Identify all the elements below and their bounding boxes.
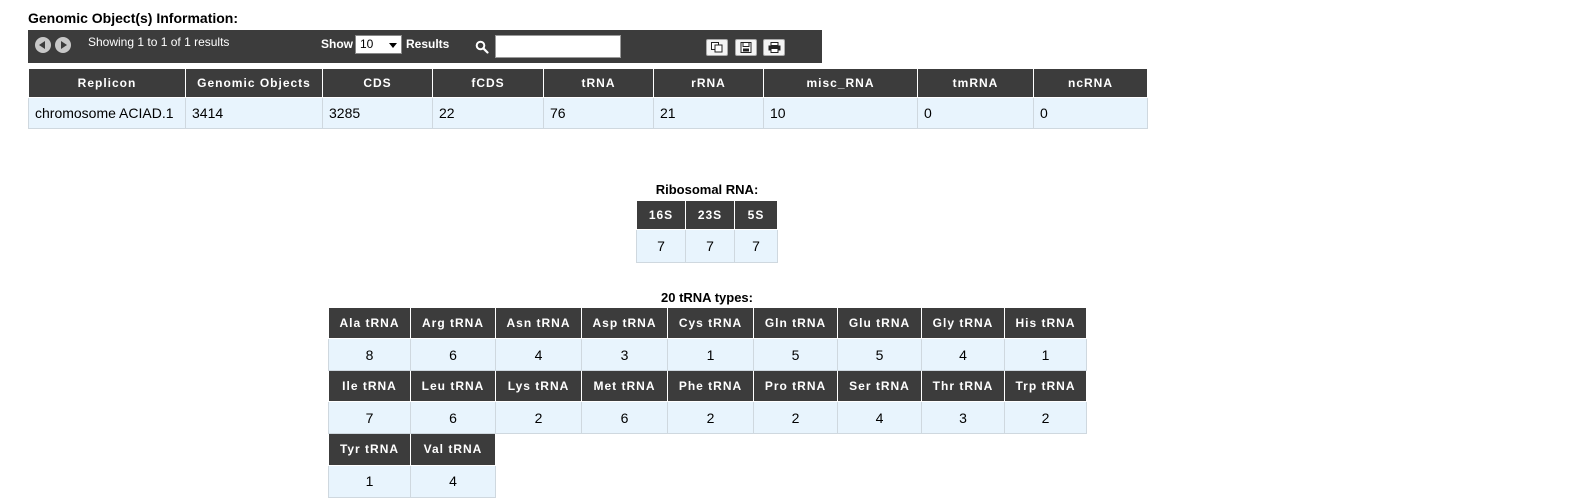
trna-header-gly: Gly tRNA (921, 307, 1005, 339)
rrna-header-5s: 5S (734, 200, 778, 230)
trna-value-leu: 6 (410, 401, 496, 434)
trna-value-gly: 4 (921, 338, 1005, 371)
trna-value-lys: 2 (495, 401, 582, 434)
trna-value-thr: 3 (921, 401, 1005, 434)
trna-header-lys: Lys tRNA (495, 370, 582, 402)
trna-header-glu: Glu tRNA (837, 307, 922, 339)
trna-value-ala: 8 (328, 338, 411, 371)
trna-header-met: Met tRNA (581, 370, 668, 402)
trna-value-ser: 4 (837, 401, 922, 434)
save-button[interactable] (735, 39, 757, 56)
trna-header-asn: Asn tRNA (495, 307, 582, 339)
copy-button[interactable] (706, 39, 728, 56)
trna-header-leu: Leu tRNA (410, 370, 496, 402)
trna-header-row: Tyr tRNA Val tRNA (328, 433, 1087, 466)
cell-genomic-objects: 3414 (185, 97, 323, 129)
trna-value-phe: 2 (667, 401, 754, 434)
cell-rrna: 21 (653, 97, 764, 129)
trna-header-ser: Ser tRNA (837, 370, 922, 402)
column-header-ncrna[interactable]: ncRNA (1033, 68, 1148, 98)
table-row: chromosome ACIAD.1 3414 3285 22 76 21 10… (28, 97, 1148, 129)
trna-value-gln: 5 (753, 338, 838, 371)
rrna-value-5s: 7 (734, 229, 778, 263)
trna-header-asp: Asp tRNA (581, 307, 668, 339)
chevron-down-icon (389, 43, 397, 48)
rrna-header-23s: 23S (685, 200, 735, 230)
column-header-misc-rna[interactable]: misc_RNA (763, 68, 918, 98)
next-page-icon[interactable] (55, 37, 71, 53)
trna-header-ile: Ile tRNA (328, 370, 411, 402)
results-info: Showing 1 to 1 of 1 results (88, 35, 230, 49)
column-header-trna[interactable]: tRNA (543, 68, 654, 98)
trna-value-cys: 1 (667, 338, 754, 371)
column-header-tmrna[interactable]: tmRNA (917, 68, 1034, 98)
trna-types-table: Ala tRNA Arg tRNA Asn tRNA Asp tRNA Cys … (328, 307, 1087, 498)
trna-value-pro: 2 (753, 401, 838, 434)
trna-header-val: Val tRNA (410, 433, 496, 466)
trna-header-thr: Thr tRNA (921, 370, 1005, 402)
trna-value-asn: 4 (495, 338, 582, 371)
print-icon (768, 42, 781, 53)
cell-replicon: chromosome ACIAD.1 (28, 97, 186, 129)
prev-page-icon[interactable] (35, 37, 51, 53)
page-length-value: 10 (360, 37, 374, 51)
page-length-select[interactable]: 10 (355, 35, 402, 54)
rrna-value-16s: 7 (636, 229, 686, 263)
column-header-genomic-objects[interactable]: Genomic Objects (185, 68, 323, 98)
trna-value-his: 1 (1004, 338, 1087, 371)
rrna-caption: Ribosomal RNA: (655, 182, 759, 197)
rrna-header-16s: 16S (636, 200, 686, 230)
rrna-value-row: 7 7 7 (636, 229, 778, 263)
trna-header-gln: Gln tRNA (753, 307, 838, 339)
trna-value-tyr: 1 (328, 464, 411, 498)
rrna-header-row: 16S 23S 5S (636, 200, 778, 230)
column-header-replicon[interactable]: Replicon (28, 68, 186, 98)
rrna-value-23s: 7 (685, 229, 735, 263)
trna-header-trp: Trp tRNA (1004, 370, 1087, 402)
trna-header-arg: Arg tRNA (410, 307, 496, 339)
trna-value-glu: 5 (837, 338, 922, 371)
table-toolbar: Showing 1 to 1 of 1 results Show 10 Resu… (28, 30, 822, 63)
trna-value-met: 6 (581, 401, 668, 434)
trna-header-row: Ala tRNA Arg tRNA Asn tRNA Asp tRNA Cys … (328, 307, 1087, 339)
trna-caption: 20 tRNA types: (661, 290, 753, 305)
trna-value-row: 7 6 2 6 2 2 4 3 2 (328, 401, 1087, 434)
cell-cds: 3285 (322, 97, 433, 129)
trna-header-cys: Cys tRNA (667, 307, 754, 339)
ribosomal-rna-table: 16S 23S 5S 7 7 7 (636, 200, 778, 263)
empty-cell (496, 465, 1087, 497)
cell-trna: 76 (543, 97, 654, 129)
show-label: Show (321, 37, 353, 51)
cell-ncrna: 0 (1033, 97, 1148, 129)
search-input[interactable] (495, 35, 621, 58)
trna-header-his: His tRNA (1004, 307, 1087, 339)
trna-header-row: Ile tRNA Leu tRNA Lys tRNA Met tRNA Phe … (328, 370, 1087, 402)
trna-value-asp: 3 (581, 338, 668, 371)
cell-fcds: 22 (432, 97, 544, 129)
search-icon (475, 40, 489, 54)
trna-value-ile: 7 (328, 401, 411, 434)
column-header-rrna[interactable]: rRNA (653, 68, 764, 98)
cell-tmrna: 0 (917, 97, 1034, 129)
trna-value-trp: 2 (1004, 401, 1087, 434)
trna-value-val: 4 (410, 464, 496, 498)
section-title: Genomic Object(s) Information: (28, 10, 239, 26)
trna-header-tyr: Tyr tRNA (328, 433, 411, 466)
trna-header-pro: Pro tRNA (753, 370, 838, 402)
trna-header-phe: Phe tRNA (667, 370, 754, 402)
trna-value-row: 8 6 4 3 1 5 5 4 1 (328, 338, 1087, 371)
column-header-cds[interactable]: CDS (322, 68, 433, 98)
print-button[interactable] (763, 39, 785, 56)
copy-icon (711, 42, 723, 53)
trna-value-arg: 6 (410, 338, 496, 371)
empty-cell (496, 434, 1087, 466)
column-header-fcds[interactable]: fCDS (432, 68, 544, 98)
trna-header-ala: Ala tRNA (328, 307, 411, 339)
table-header-row: Replicon Genomic Objects CDS fCDS tRNA r… (28, 68, 1148, 98)
genomic-objects-table: Replicon Genomic Objects CDS fCDS tRNA r… (28, 68, 1148, 129)
save-icon (740, 42, 752, 53)
results-label: Results (406, 37, 450, 51)
cell-misc-rna: 10 (763, 97, 918, 129)
trna-value-row: 1 4 (328, 464, 1087, 498)
